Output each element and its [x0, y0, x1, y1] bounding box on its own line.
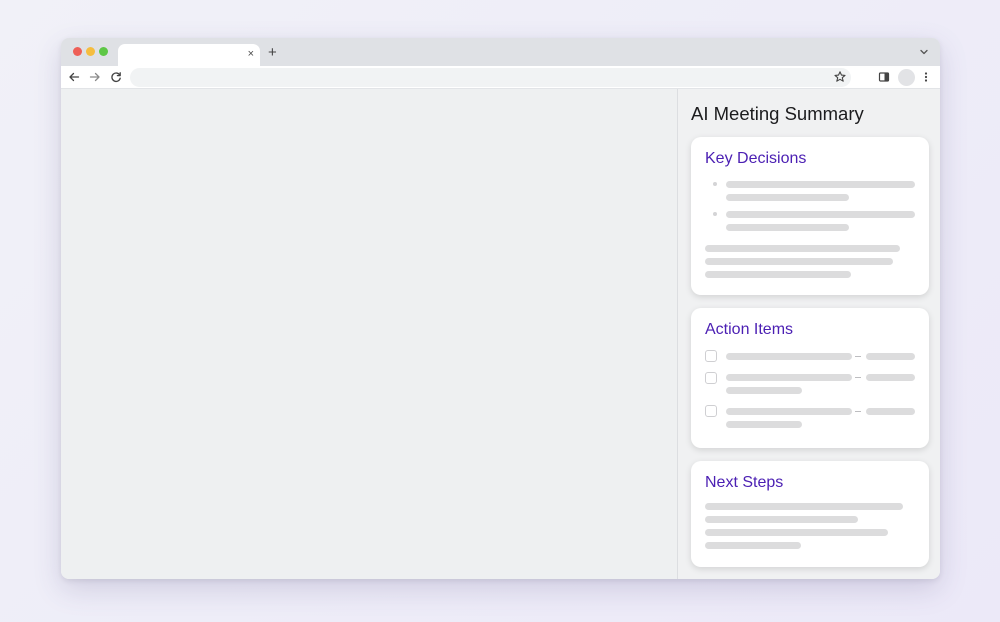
more-menu-icon[interactable]	[919, 70, 933, 84]
browser-toolbar	[61, 66, 940, 89]
bookmark-star-icon[interactable]	[833, 70, 847, 84]
placeholder-line	[705, 542, 801, 549]
placeholder-line	[726, 353, 852, 360]
placeholder-line	[705, 516, 858, 523]
close-tab-button[interactable]: ×	[248, 47, 254, 61]
new-tab-button[interactable]: +	[268, 44, 277, 62]
action-item-checkbox[interactable]	[705, 372, 717, 384]
reload-icon[interactable]	[109, 70, 123, 84]
address-bar[interactable]	[130, 68, 851, 87]
placeholder-line	[705, 245, 900, 252]
close-window-button[interactable]	[73, 47, 82, 56]
minimize-window-button[interactable]	[86, 47, 95, 56]
bullet-icon	[713, 212, 717, 216]
placeholder-line	[726, 194, 849, 201]
placeholder-line	[726, 408, 852, 415]
card-title-next-steps: Next Steps	[705, 474, 784, 491]
next-steps-card: Next Steps	[691, 461, 929, 567]
separator-dash	[855, 356, 861, 357]
profile-avatar[interactable]	[898, 69, 915, 86]
placeholder-line	[866, 353, 915, 360]
placeholder-line	[726, 211, 915, 218]
placeholder-line	[726, 421, 802, 428]
separator-dash	[855, 411, 861, 412]
tab-list-chevron-icon[interactable]	[918, 45, 930, 57]
browser-tab[interactable]: ×	[118, 44, 260, 66]
ai-summary-side-panel: AI Meeting Summary Key Decisions Action …	[677, 89, 940, 579]
placeholder-line	[726, 387, 802, 394]
side-panel-icon[interactable]	[877, 70, 891, 84]
placeholder-line	[866, 374, 915, 381]
action-items-card: Action Items	[691, 308, 929, 448]
panel-title: AI Meeting Summary	[691, 103, 864, 124]
placeholder-line	[726, 224, 849, 231]
tab-strip: × +	[61, 38, 940, 66]
placeholder-line	[705, 529, 888, 536]
placeholder-line	[705, 503, 903, 510]
key-decisions-card: Key Decisions	[691, 137, 929, 295]
maximize-window-button[interactable]	[99, 47, 108, 56]
browser-window: × + AI Meeting Summary Key Decisions Act…	[61, 38, 940, 579]
card-title-key-decisions: Key Decisions	[705, 150, 807, 167]
forward-arrow-icon[interactable]	[88, 70, 102, 84]
placeholder-line	[726, 374, 852, 381]
back-arrow-icon[interactable]	[67, 70, 81, 84]
separator-dash	[855, 377, 861, 378]
bullet-icon	[713, 182, 717, 186]
placeholder-line	[705, 271, 851, 278]
page-content-area	[61, 89, 677, 579]
card-title-action-items: Action Items	[705, 321, 794, 338]
action-item-checkbox[interactable]	[705, 405, 717, 417]
placeholder-line	[866, 408, 915, 415]
placeholder-line	[726, 181, 915, 188]
placeholder-line	[705, 258, 893, 265]
action-item-checkbox[interactable]	[705, 350, 717, 362]
